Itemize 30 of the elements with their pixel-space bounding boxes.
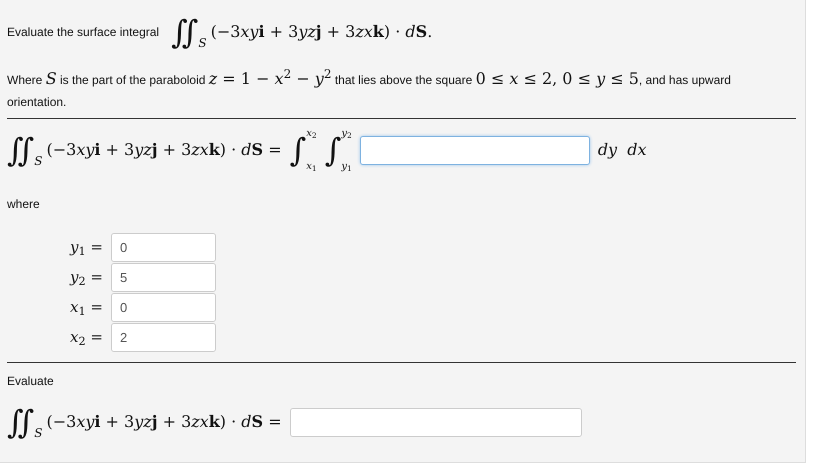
upper-bound: y$_{2}$ xyxy=(341,127,352,141)
double-integral-sign: ∬ xyxy=(7,134,34,166)
double-integral-sign: ∬ xyxy=(7,406,34,438)
problem-description: Where S is the part of the paraboloid z = 1 − x$^{2}$ − y$^{2}$ that lies above the square 0 ≤ x ≤ 2, 0 ≤ y ≤ 5, and has upward orientation. xyxy=(7,68,732,111)
integral-subscript: S xyxy=(198,35,207,52)
limit-label: x$_{1}$ = xyxy=(69,297,103,319)
integral-expression: (−3xyi + 3yzj + 3zxk) · dS = xyxy=(46,139,282,161)
differentials: dy dx xyxy=(598,139,647,161)
limit-field[interactable]: 0 xyxy=(111,233,216,262)
double-integral-sign: ∬ xyxy=(171,16,198,48)
integral-subscript: S xyxy=(34,425,42,442)
lower-bound: x$_{1}$ xyxy=(306,160,317,174)
integral-sign: ∫ xyxy=(324,134,342,166)
upper-bound: x$_{2}$ xyxy=(306,127,317,141)
lower-bound: y$_{1}$ xyxy=(341,160,352,174)
integral-expression: (−3xyi + 3yzj + 3zxk) · dS. xyxy=(210,21,432,43)
answer-field[interactable] xyxy=(360,136,590,164)
result-field[interactable] xyxy=(290,408,582,436)
limit-field[interactable]: 2 xyxy=(111,323,216,352)
prompt-text: Evaluate the surface integral xyxy=(7,24,160,41)
limit-field[interactable]: 0 xyxy=(111,293,216,322)
integral-subscript: S xyxy=(34,153,42,170)
limit-label: y$_{2}$ = xyxy=(68,267,103,289)
limit-label: x$_{2}$ = xyxy=(69,327,103,349)
integral-sign: ∫ xyxy=(290,134,306,166)
limit-field[interactable]: 5 xyxy=(111,263,216,292)
where-label: where xyxy=(7,196,41,213)
limit-label: y$_{1}$ = xyxy=(68,237,103,259)
evaluate-label: Evaluate xyxy=(7,373,55,390)
integral-expression: (−3xyi + 3yzj + 3zxk) · dS = xyxy=(46,411,282,433)
